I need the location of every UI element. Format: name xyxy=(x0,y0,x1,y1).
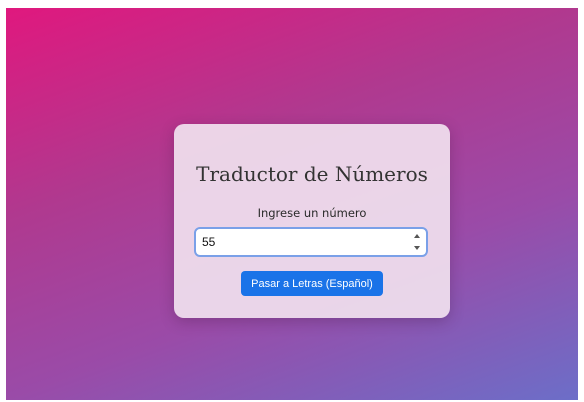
chevron-down-icon[interactable] xyxy=(413,246,420,250)
convert-to-words-button[interactable]: Pasar a Letras (Español) xyxy=(241,271,383,296)
number-input-label: Ingrese un número xyxy=(257,206,367,220)
page-background: Traductor de Números Ingrese un número P… xyxy=(6,8,578,400)
number-input-wrapper[interactable] xyxy=(194,227,428,257)
chevron-up-icon[interactable] xyxy=(413,234,420,238)
card-title: Traductor de Números xyxy=(196,162,428,186)
number-input[interactable] xyxy=(202,229,402,255)
translator-card: Traductor de Números Ingrese un número P… xyxy=(174,124,450,318)
number-spinner[interactable] xyxy=(412,234,421,250)
